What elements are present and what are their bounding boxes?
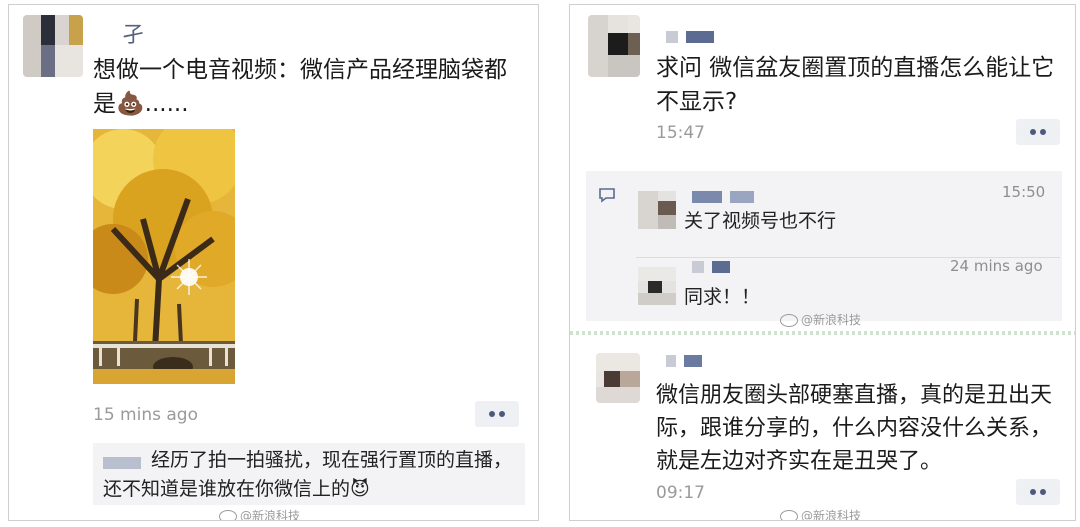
dot-icon [1030,129,1036,135]
post-text: 微信朋友圈头部硬塞直播，真的是丑出天际，跟谁分享的，什么内容没什么关系，就是左边… [656,383,1053,474]
username[interactable]: 孑 [122,17,144,49]
more-options-button[interactable] [1016,119,1060,145]
avatar[interactable] [596,353,640,403]
moments-post-right: 求问 微信盆友圈置顶的直播怎么能让它不显示? 15:47 15:50 关了视频号… [569,4,1076,521]
weibo-icon [780,314,798,327]
watermark: @新浪科技 [780,311,861,328]
comment-time: 15:50 [1002,183,1046,201]
commenter-avatar[interactable] [638,267,676,305]
post-text: 求问 微信盆友圈置顶的直播怎么能让它不显示? [656,55,1055,115]
comment-text: 经历了拍一拍骚扰，现在强行置顶的直播，还不知道是谁放在你微信上的😈 [103,449,513,500]
dot-icon [1040,489,1046,495]
post-timestamp: 15:47 [656,123,705,143]
dot-icon [1040,129,1046,135]
ginkgo-tree-image [93,129,235,384]
more-options-button[interactable] [1016,479,1060,505]
section-divider [570,331,1075,335]
moments-post-left: 孑 想做一个电音视频：微信产品经理脑袋都是💩...... 15 mins ago [8,4,539,521]
avatar[interactable] [588,15,640,77]
post-photo[interactable] [93,129,235,384]
post-timestamp: 15 mins ago [93,405,198,425]
more-options-button[interactable] [475,401,519,427]
post-timestamp: 09:17 [656,483,705,503]
commenter-avatar[interactable] [638,191,676,229]
comment-bubble-icon [599,188,615,203]
commenter-name[interactable] [692,191,762,203]
comment-time: 24 mins ago [950,257,1043,275]
username[interactable] [666,355,710,367]
dot-icon [499,411,505,417]
commenter-name[interactable] [692,261,738,273]
comment-text: 关了视频号也不行 [684,210,837,232]
dot-icon [489,411,495,417]
watermark: @新浪科技 [780,507,861,520]
comment-text: 同求！！ [684,286,761,308]
dot-icon [1030,489,1036,495]
watermark: @新浪科技 [219,507,300,520]
weibo-icon [219,510,237,520]
avatar[interactable] [23,15,83,77]
username[interactable] [666,31,722,43]
post-text: 想做一个电音视频：微信产品经理脑袋都是💩...... [93,57,507,117]
weibo-icon [780,510,798,520]
